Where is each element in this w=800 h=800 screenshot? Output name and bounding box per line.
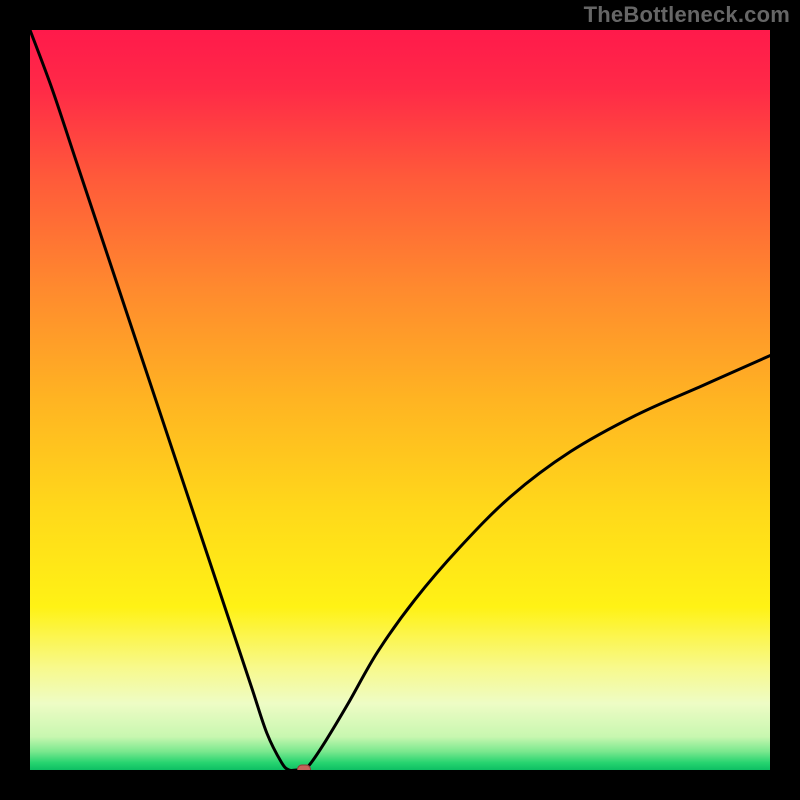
- gradient-background: [30, 30, 770, 770]
- balanced-marker-icon: [297, 765, 311, 771]
- watermark-text: TheBottleneck.com: [584, 2, 790, 28]
- chart-svg: [30, 30, 770, 770]
- chart-plot-area: [30, 30, 770, 770]
- chart-frame: TheBottleneck.com: [0, 0, 800, 800]
